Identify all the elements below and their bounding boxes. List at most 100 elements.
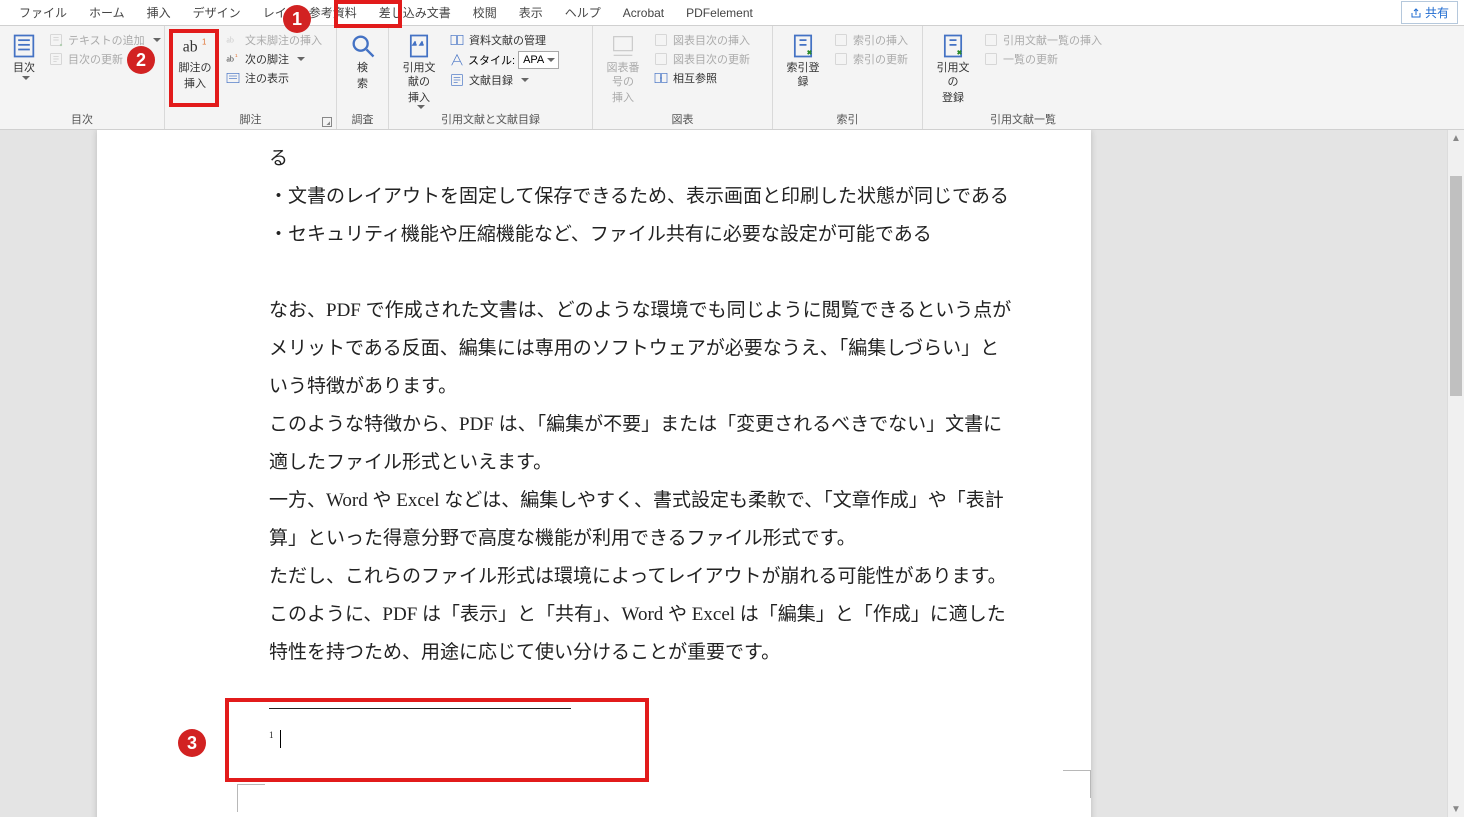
tab-acrobat[interactable]: Acrobat [612, 2, 675, 24]
group-research-label: 調査 [343, 111, 382, 129]
footnotes-dialog-launcher[interactable] [322, 117, 332, 127]
mark-index-label: 索引登録 [783, 62, 823, 90]
group-research: 検 索 調査 [337, 26, 389, 129]
insert-footnote-label1: 脚注の [179, 62, 212, 76]
insert-index-button[interactable]: 索引の挿入 [833, 32, 908, 48]
svg-text:ab: ab [226, 36, 234, 45]
group-citations: 引用文献の 挿入 資料文献の管理 スタイル: APA 文献目録 引用文 [389, 26, 593, 129]
page-corner-br [1063, 770, 1091, 798]
svg-text:ab: ab [226, 55, 234, 64]
group-footnotes: ab1 脚注の 挿入 ab 文末脚注の挿入 ab1 次の脚注 注の表示 [165, 26, 337, 129]
manage-sources-icon [449, 32, 465, 48]
toc-label: 目次 [13, 62, 35, 76]
insert-toa-label: 引用文献一覧の挿入 [1003, 32, 1102, 48]
bibliography-button[interactable]: 文献目録 [449, 72, 559, 88]
line: このように、PDF は「表示」と「共有」、Word や Excel は「編集」と… [269, 596, 1013, 672]
insert-caption-button[interactable]: 図表番号の 挿入 [599, 28, 647, 105]
line [269, 254, 1013, 292]
share-button[interactable]: 共有 [1401, 1, 1458, 24]
share-icon [1410, 7, 1422, 19]
mark-citation-button[interactable]: 引用文の 登録 [929, 28, 977, 105]
style-row: スタイル: APA [449, 51, 559, 69]
show-notes-label: 注の表示 [245, 70, 289, 86]
page[interactable]: る ・文書のレイアウトを固定して保存できるため、表示画面と印刷した状態が同じであ… [97, 130, 1091, 817]
line: なお、PDF で作成された文書は、どのような環境でも同じように閲覧できるという点… [269, 292, 1013, 406]
update-table-figures-button[interactable]: 図表目次の更新 [653, 51, 750, 67]
cross-reference-button[interactable]: 相互参照 [653, 70, 750, 86]
insert-endnote-icon: ab [225, 32, 241, 48]
line: ただし、これらのファイル形式は環境によってレイアウトが崩れる可能性があります。 [269, 558, 1013, 596]
toc-icon [10, 32, 38, 60]
insert-citation-icon [405, 32, 433, 60]
scroll-down-button[interactable]: ▼ [1448, 801, 1464, 817]
tab-insert[interactable]: 挿入 [136, 0, 182, 25]
tab-help[interactable]: ヘルプ [554, 0, 612, 25]
tab-home[interactable]: ホーム [78, 0, 136, 25]
cross-ref-icon [653, 70, 669, 86]
bibliography-icon [449, 72, 465, 88]
svg-text:ab: ab [183, 38, 198, 55]
tab-view[interactable]: 表示 [508, 0, 554, 25]
insert-footnote-icon: ab1 [181, 32, 209, 60]
insert-endnote-button[interactable]: ab 文末脚注の挿入 [225, 32, 322, 48]
insert-footnote-label2: 挿入 [184, 78, 206, 92]
group-authorities-label: 引用文献一覧 [929, 111, 1117, 129]
cross-ref-label: 相互参照 [673, 70, 717, 86]
insert-toa-button[interactable]: 引用文献一覧の挿入 [983, 32, 1102, 48]
line: このような特徴から、PDF は、「編集が不要」または「変更されるべきでない」文書… [269, 406, 1013, 482]
style-label: スタイル: [468, 52, 515, 68]
tab-design[interactable]: デザイン [182, 0, 252, 25]
group-toc: 目次 テキストの追加 目次の更新 目次 [0, 26, 165, 129]
scroll-up-button[interactable]: ▲ [1448, 130, 1464, 146]
update-tof-icon [653, 51, 669, 67]
search-icon [349, 32, 377, 60]
group-footnotes-label: 脚注 [171, 111, 330, 129]
insert-citation-label2: 挿入 [408, 92, 430, 106]
insert-table-figures-button[interactable]: 図表目次の挿入 [653, 32, 750, 48]
tab-file[interactable]: ファイル [8, 0, 78, 25]
insert-index-label: 索引の挿入 [853, 32, 908, 48]
group-citations-label: 引用文献と文献目録 [395, 111, 586, 129]
update-toc-label: 目次の更新 [68, 51, 123, 67]
footnote-separator [269, 708, 571, 709]
next-footnote-label: 次の脚注 [245, 51, 289, 67]
insert-footnote-button[interactable]: ab1 脚注の 挿入 [171, 28, 219, 92]
toc-button[interactable]: 目次 [6, 28, 42, 80]
update-index-button[interactable]: 索引の更新 [833, 51, 908, 67]
body-text[interactable]: る ・文書のレイアウトを固定して保存できるため、表示画面と印刷した状態が同じであ… [269, 140, 1013, 672]
update-index-label: 索引の更新 [853, 51, 908, 67]
manage-sources-label: 資料文献の管理 [469, 32, 546, 48]
mark-index-icon [789, 32, 817, 60]
scroll-thumb[interactable] [1450, 176, 1462, 396]
bibliography-label: 文献目録 [469, 72, 513, 88]
share-label: 共有 [1425, 4, 1449, 21]
next-footnote-button[interactable]: ab1 次の脚注 [225, 51, 322, 67]
insert-citation-button[interactable]: 引用文献の 挿入 [395, 28, 443, 109]
update-toa-icon [983, 51, 999, 67]
insert-caption-label2: 挿入 [612, 92, 634, 106]
group-captions-label: 図表 [599, 111, 766, 129]
update-toc-icon [48, 51, 64, 67]
insert-citation-label1: 引用文献の [399, 62, 439, 90]
tab-pdfelement[interactable]: PDFelement [675, 2, 764, 24]
tab-review[interactable]: 校閲 [462, 0, 508, 25]
annotation-num-2: 2 [127, 46, 155, 74]
update-toa-button[interactable]: 一覧の更新 [983, 51, 1102, 67]
manage-sources-button[interactable]: 資料文献の管理 [449, 32, 559, 48]
mark-index-entry-button[interactable]: 索引登録 [779, 28, 827, 90]
vertical-scrollbar[interactable]: ▲ ▼ [1447, 130, 1464, 817]
show-notes-button[interactable]: 注の表示 [225, 70, 322, 86]
insert-toa-icon [983, 32, 999, 48]
update-tof-label: 図表目次の更新 [673, 51, 750, 67]
style-select[interactable]: APA [518, 51, 559, 69]
footnote-number: 1 [269, 730, 274, 740]
tab-mailings[interactable]: 差し込み文書 [368, 0, 462, 25]
footnote-area[interactable]: 1 [269, 730, 281, 748]
mark-citation-label1: 引用文の [933, 62, 973, 90]
add-text-icon [48, 32, 64, 48]
insert-caption-icon [609, 32, 637, 60]
update-toa-label: 一覧の更新 [1003, 51, 1058, 67]
search-button[interactable]: 検 索 [343, 28, 382, 92]
group-index-label: 索引 [779, 111, 916, 129]
svg-text:1: 1 [235, 53, 238, 58]
